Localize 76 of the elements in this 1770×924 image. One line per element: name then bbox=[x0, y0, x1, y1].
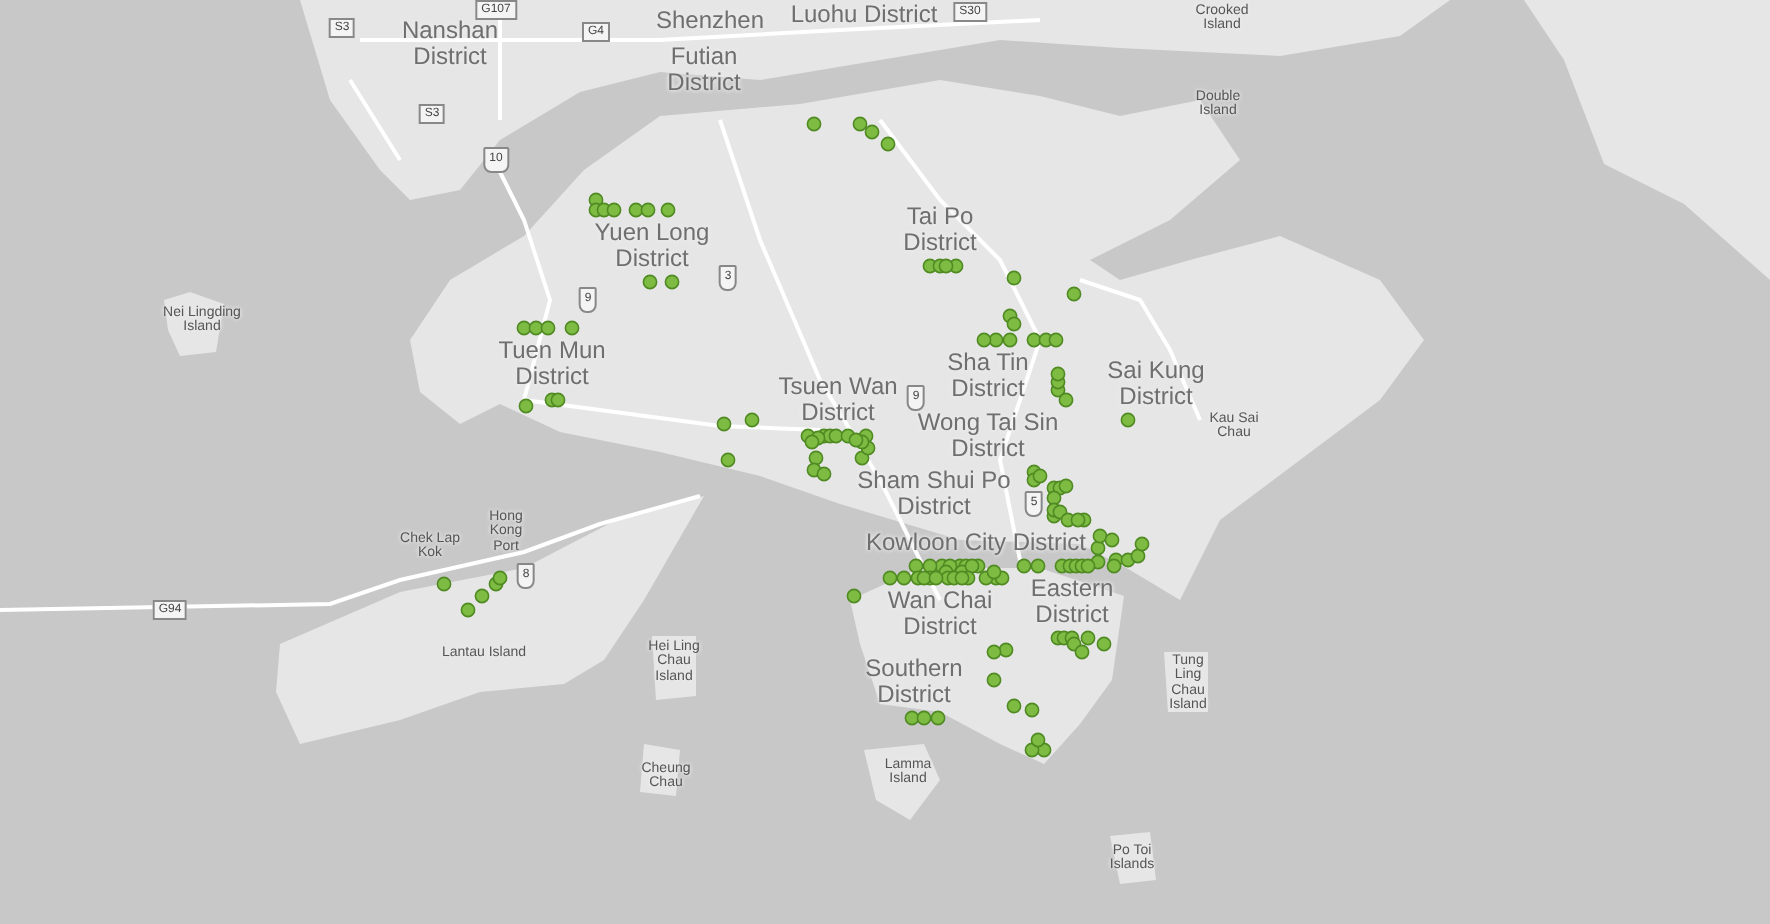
location-marker[interactable] bbox=[564, 320, 580, 336]
location-marker[interactable] bbox=[474, 588, 490, 604]
location-marker[interactable] bbox=[640, 202, 656, 218]
location-marker[interactable] bbox=[1030, 558, 1046, 574]
place-label: Wong Tai Sin District bbox=[915, 410, 1061, 461]
location-marker[interactable] bbox=[664, 274, 680, 290]
location-marker[interactable] bbox=[1120, 412, 1136, 428]
place-label: Kowloon City District bbox=[865, 530, 1087, 556]
place-label: Futian District bbox=[665, 44, 743, 95]
location-marker[interactable] bbox=[882, 570, 898, 586]
location-marker[interactable] bbox=[1016, 558, 1032, 574]
location-marker[interactable] bbox=[846, 588, 862, 604]
location-marker[interactable] bbox=[1134, 536, 1150, 552]
location-marker[interactable] bbox=[896, 570, 912, 586]
location-marker[interactable] bbox=[436, 576, 452, 592]
location-marker[interactable] bbox=[986, 672, 1002, 688]
place-label: Tuen Mun District bbox=[496, 338, 608, 389]
location-marker[interactable] bbox=[744, 412, 760, 428]
place-label: Sha Tin District bbox=[945, 350, 1031, 401]
location-marker[interactable] bbox=[660, 202, 676, 218]
location-marker[interactable] bbox=[986, 644, 1002, 660]
location-marker[interactable] bbox=[460, 602, 476, 618]
location-marker[interactable] bbox=[816, 466, 832, 482]
place-label: Sham Shui Po District bbox=[855, 468, 1013, 519]
location-marker[interactable] bbox=[1048, 332, 1064, 348]
location-marker[interactable] bbox=[986, 564, 1002, 580]
location-marker[interactable] bbox=[1106, 558, 1122, 574]
place-label: Tsuen Wan District bbox=[776, 374, 900, 425]
location-marker[interactable] bbox=[1058, 392, 1074, 408]
location-marker[interactable] bbox=[518, 398, 534, 414]
location-marker[interactable] bbox=[540, 320, 556, 336]
location-marker[interactable] bbox=[716, 416, 732, 432]
location-marker[interactable] bbox=[928, 570, 944, 586]
location-marker[interactable] bbox=[954, 570, 970, 586]
location-marker[interactable] bbox=[806, 116, 822, 132]
location-marker[interactable] bbox=[1092, 528, 1108, 544]
location-marker[interactable] bbox=[550, 392, 566, 408]
location-marker[interactable] bbox=[1074, 644, 1090, 660]
location-marker[interactable] bbox=[606, 202, 622, 218]
location-marker[interactable] bbox=[852, 116, 868, 132]
location-marker[interactable] bbox=[964, 558, 980, 574]
place-label: Shenzhen bbox=[655, 8, 765, 34]
location-marker[interactable] bbox=[904, 710, 920, 726]
location-marker[interactable] bbox=[642, 274, 658, 290]
location-marker[interactable] bbox=[1096, 636, 1112, 652]
location-marker[interactable] bbox=[1050, 366, 1066, 382]
location-marker[interactable] bbox=[916, 710, 932, 726]
location-marker[interactable] bbox=[492, 570, 508, 586]
location-marker[interactable] bbox=[880, 136, 896, 152]
place-label: Southern District bbox=[863, 656, 965, 707]
place-label: Wan Chai District bbox=[885, 588, 995, 639]
location-marker[interactable] bbox=[1006, 316, 1022, 332]
location-marker[interactable] bbox=[1104, 532, 1120, 548]
location-marker[interactable] bbox=[1130, 548, 1146, 564]
location-marker[interactable] bbox=[864, 124, 880, 140]
location-marker[interactable] bbox=[1032, 468, 1048, 484]
location-marker[interactable] bbox=[1070, 512, 1086, 528]
location-marker[interactable] bbox=[1030, 732, 1046, 748]
location-marker[interactable] bbox=[938, 258, 954, 274]
location-marker[interactable] bbox=[976, 332, 992, 348]
place-label: Eastern District bbox=[1028, 576, 1116, 627]
place-label: Sai Kung District bbox=[1105, 358, 1207, 409]
location-marker[interactable] bbox=[1006, 698, 1022, 714]
location-marker[interactable] bbox=[1058, 478, 1074, 494]
location-marker[interactable] bbox=[1080, 558, 1096, 574]
location-marker[interactable] bbox=[720, 452, 736, 468]
location-marker[interactable] bbox=[1066, 286, 1082, 302]
location-marker[interactable] bbox=[1002, 332, 1018, 348]
place-label: Yuen Long District bbox=[592, 220, 712, 271]
location-marker[interactable] bbox=[1080, 630, 1096, 646]
place-label: Tai Po District bbox=[901, 204, 979, 255]
location-marker[interactable] bbox=[1024, 702, 1040, 718]
place-label: Luohu District bbox=[790, 2, 938, 28]
location-marker[interactable] bbox=[930, 710, 946, 726]
location-marker[interactable] bbox=[1006, 270, 1022, 286]
place-label: Nanshan District bbox=[399, 18, 501, 69]
